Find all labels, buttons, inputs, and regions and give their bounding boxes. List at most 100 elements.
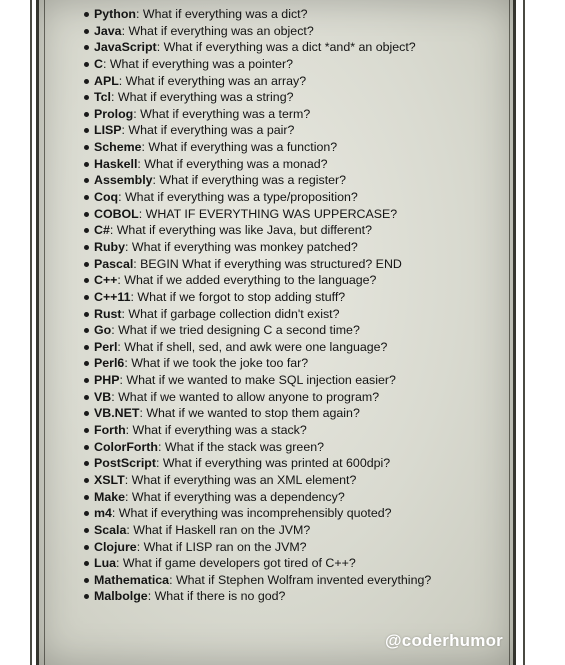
- list-item: Mathematica: What if Stephen Wolfram inv…: [84, 572, 524, 589]
- bullet-icon: [84, 428, 89, 434]
- list-item: Prolog: What if everything was a term?: [84, 106, 524, 123]
- language-name: C: [94, 56, 103, 71]
- list-item: Perl6: What if we took the joke too far?: [84, 355, 524, 372]
- bullet-icon: [84, 394, 89, 400]
- list-item: Make: What if everything was a dependenc…: [84, 489, 524, 506]
- language-joke: : What if everything was a dependency?: [125, 489, 345, 504]
- language-joke: : What if everything was a monad?: [137, 156, 328, 171]
- language-joke: : What if everything was a term?: [133, 106, 311, 121]
- list-item: LISP: What if everything was a pair?: [84, 122, 524, 139]
- list-item: Scheme: What if everything was a functio…: [84, 139, 524, 156]
- language-name: Tcl: [94, 90, 111, 105]
- list-item: Java: What if everything was an object?: [84, 23, 524, 40]
- language-joke: : What if Haskell ran on the JVM?: [126, 522, 311, 537]
- bullet-icon: [84, 278, 89, 284]
- language-name: Make: [94, 489, 125, 504]
- bullet-icon: [84, 311, 89, 317]
- language-joke: : What if garbage collection didn't exis…: [121, 306, 340, 321]
- language-joke: : What if everything was a dict?: [136, 7, 308, 21]
- bullet-icon: [84, 128, 89, 134]
- language-name: Assembly: [94, 173, 153, 188]
- list-item: C++11: What if we forgot to stop adding …: [84, 289, 524, 306]
- language-name: Mathematica: [94, 572, 170, 587]
- language-joke: : What if everything was a pair?: [121, 123, 295, 138]
- language-name: m4: [94, 506, 112, 521]
- language-joke: : What if game developers got tired of C…: [116, 556, 356, 571]
- language-name: Perl: [94, 339, 118, 354]
- bullet-icon: [84, 78, 89, 84]
- list-item: Python: What if everything was a dict?: [84, 6, 524, 23]
- list-item: VB.NET: What if we wanted to stop them a…: [84, 405, 524, 422]
- language-name: Forth: [94, 423, 126, 438]
- bullet-icon: [84, 544, 89, 550]
- watermark: @coderhumor: [385, 631, 503, 650]
- language-name: Scheme: [94, 140, 142, 155]
- list-item: APL: What if everything was an array?: [84, 73, 524, 90]
- language-name: XSLT: [94, 472, 125, 487]
- bullet-icon: [84, 594, 89, 600]
- language-name: Haskell: [94, 156, 138, 171]
- list-item: Rust: What if garbage collection didn't …: [84, 306, 524, 323]
- list-item: XSLT: What if everything was an XML elem…: [84, 472, 524, 489]
- language-name: LISP: [94, 123, 122, 138]
- list-item: C: What if everything was a pointer?: [84, 56, 524, 73]
- language-joke: : What if shell, sed, and awk were one l…: [117, 339, 388, 354]
- bullet-icon: [84, 195, 89, 201]
- language-joke: : What if everything was a stack?: [125, 423, 307, 438]
- language-joke: : What if everything was printed at 600d…: [155, 456, 391, 471]
- bullet-icon: [84, 527, 89, 533]
- list-item: JavaScript: What if everything was a dic…: [84, 39, 524, 56]
- list-item: Pascal: BEGIN What if everything was str…: [84, 256, 524, 273]
- bullet-icon: [84, 178, 89, 184]
- list-item: C#: What if everything was like Java, bu…: [84, 222, 524, 239]
- bullet-icon: [84, 494, 89, 500]
- language-name: Rust: [94, 306, 122, 321]
- language-name: Pascal: [94, 256, 134, 271]
- language-name: Go: [94, 323, 112, 338]
- language-joke: : What if we wanted to make SQL injectio…: [119, 373, 396, 388]
- language-joke: : What if everything was a register?: [152, 173, 347, 188]
- bullet-icon: [84, 477, 89, 483]
- bullet-icon: [84, 45, 89, 51]
- list-item: Tcl: What if everything was a string?: [84, 89, 524, 106]
- language-joke: : What if everything was a function?: [141, 140, 338, 155]
- list-item: m4: What if everything was incomprehensi…: [84, 505, 524, 522]
- language-joke: : What if we took the joke too far?: [124, 356, 309, 371]
- language-joke: : What if Stephen Wolfram invented every…: [169, 572, 432, 587]
- language-name: Java: [94, 23, 122, 38]
- language-name: COBOL: [94, 206, 139, 221]
- language-name: VB: [94, 389, 112, 404]
- bullet-icon: [84, 111, 89, 117]
- list-item: Clojure: What if LISP ran on the JVM?: [84, 539, 524, 556]
- list-item: Ruby: What if everything was monkey patc…: [84, 239, 524, 256]
- list-item: COBOL: WHAT IF EVERYTHING WAS UPPERCASE?: [84, 206, 524, 223]
- language-joke: : What if everything was a dict *and* an…: [156, 40, 416, 55]
- language-joke: : What if everything was a pointer?: [102, 56, 294, 71]
- bullet-icon: [84, 361, 89, 367]
- language-joke: : What if everything was an XML element?: [124, 472, 357, 487]
- language-joke: : What if everything was an array?: [118, 73, 307, 88]
- bullet-icon: [84, 344, 89, 350]
- language-joke: : WHAT IF EVERYTHING WAS UPPERCASE?: [138, 206, 398, 221]
- list-item: Assembly: What if everything was a regis…: [84, 172, 524, 189]
- list-item: Perl: What if shell, sed, and awk were o…: [84, 339, 524, 356]
- language-name: Perl6: [94, 356, 125, 371]
- bullet-icon: [84, 261, 89, 267]
- list-item: Haskell: What if everything was a monad?: [84, 156, 524, 173]
- language-name: Malbolge: [94, 589, 148, 604]
- bullet-icon: [84, 95, 89, 101]
- bullet-icon: [84, 461, 89, 467]
- language-name: PHP: [94, 373, 120, 388]
- language-name: C#: [94, 223, 110, 238]
- language-joke: : What if everything was like Java, but …: [109, 223, 373, 238]
- list-item: PostScript: What if everything was print…: [84, 455, 524, 472]
- language-name: Prolog: [94, 106, 134, 121]
- language-joke: : What if the stack was green?: [158, 439, 324, 454]
- language-name: VB.NET: [94, 406, 140, 421]
- language-joke: : What if everything was incomprehensibl…: [111, 506, 392, 521]
- list-item: C++: What if we added everything to the …: [84, 272, 524, 289]
- language-name: PostScript: [94, 456, 156, 471]
- bullet-icon: [84, 294, 89, 300]
- bullet-icon: [84, 228, 89, 234]
- language-joke: : What if we wanted to stop them again?: [139, 406, 360, 421]
